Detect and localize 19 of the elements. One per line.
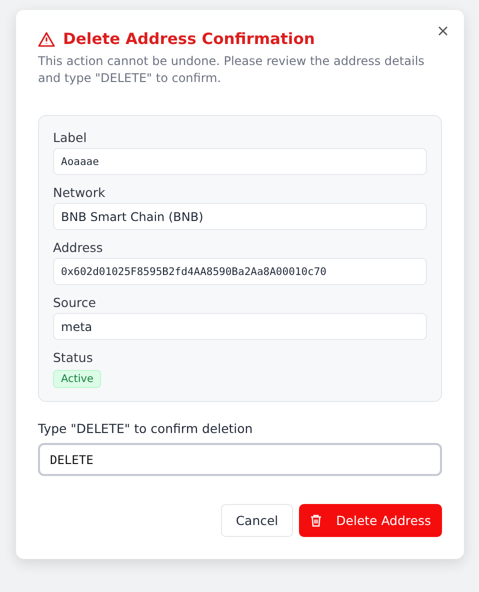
status-badge: Active (53, 370, 102, 388)
dialog-title: Delete Address Confirmation (63, 30, 315, 48)
close-icon[interactable] (436, 24, 450, 38)
field-label: Label (53, 130, 88, 145)
field-value: Aoaaae (53, 148, 427, 175)
dialog-description: This action cannot be undone. Please review the address details and type "DELETE" to confirm. (38, 53, 426, 87)
field-value: 0x602d01025F8595B2fd4AA8590Ba2Aa8A00010c70 (53, 258, 427, 285)
confirm-label: Type "DELETE" to confirm deletion (38, 421, 254, 436)
field-value: meta (53, 313, 427, 340)
field-value: BNB Smart Chain (BNB) (53, 203, 427, 230)
field-label: Source (53, 295, 97, 310)
trash-icon (310, 514, 322, 527)
warning-icon (38, 32, 55, 46)
field-label: Address (53, 240, 104, 255)
field-label: Status (53, 350, 94, 365)
field-label: Network (53, 185, 106, 200)
delete-button[interactable]: Delete Address (299, 504, 442, 537)
confirm-input[interactable]: DELETE (38, 443, 442, 476)
cancel-button[interactable]: Cancel (220, 504, 294, 537)
